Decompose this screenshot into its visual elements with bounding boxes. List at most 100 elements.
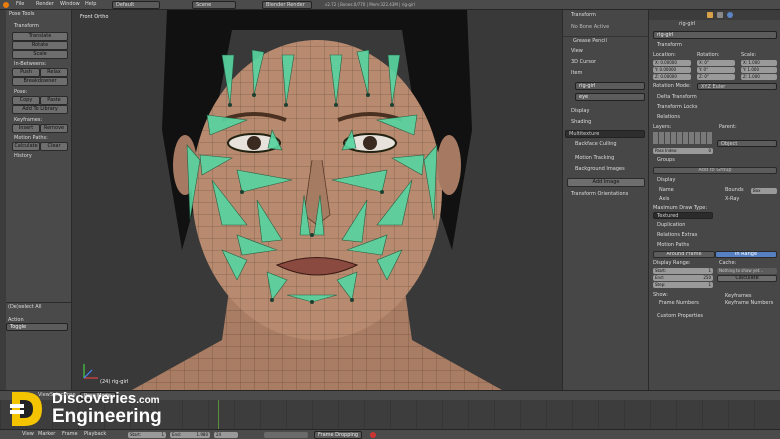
show-label: Show: xyxy=(653,292,668,298)
watermark-discoveries: Discoveries xyxy=(52,390,137,407)
xray-checkbox[interactable]: X-Ray xyxy=(725,196,739,203)
pass-index-field[interactable]: Pass Index: 0 xyxy=(653,148,713,154)
rotation-z-field[interactable]: Z: 0° xyxy=(697,74,735,80)
delta-transform-header[interactable]: Delta Transform xyxy=(657,94,697,101)
custom-properties-header[interactable]: Custom Properties xyxy=(657,313,703,320)
step-field[interactable]: Step: 1 xyxy=(653,282,713,288)
object-name-field[interactable]: rig-girl xyxy=(653,31,777,39)
render-engine-selector[interactable]: Blender Render xyxy=(262,1,312,9)
add-to-group-button[interactable]: Add to Group xyxy=(653,167,777,174)
pose-tools-header[interactable]: Pose Tools xyxy=(9,11,34,18)
insert-keyframe-button[interactable]: Insert xyxy=(12,124,40,133)
blender-logo-icon[interactable] xyxy=(3,2,9,8)
motion-tracking-header[interactable]: Motion Tracking xyxy=(575,155,614,162)
relations-header[interactable]: Relations xyxy=(657,114,680,121)
relax-button[interactable]: Relax xyxy=(40,68,68,77)
end-field[interactable]: End: 250 xyxy=(653,275,713,281)
frame-numbers-checkbox[interactable]: Frame Numbers xyxy=(659,300,699,307)
calculate-paths-button[interactable]: Calculate xyxy=(12,142,40,151)
item-panel-header[interactable]: Item xyxy=(571,70,582,77)
rotation-x-field[interactable]: X: 0° xyxy=(697,60,735,66)
groups-header[interactable]: Groups xyxy=(657,157,675,164)
end-frame-field[interactable]: End: 1.980 xyxy=(170,432,210,438)
display-header[interactable]: Display xyxy=(657,177,675,184)
timeline-menu-frame[interactable]: Frame xyxy=(62,431,78,438)
menu-help[interactable]: Help xyxy=(85,1,96,8)
motion-paths-header[interactable]: Motion Paths xyxy=(657,242,689,249)
motion-paths-header: Motion Paths: xyxy=(14,135,48,141)
shading-panel-header[interactable]: Shading xyxy=(571,119,591,126)
add-image-button[interactable]: Add Image xyxy=(567,178,645,187)
backface-culling-checkbox[interactable]: Backface Culling xyxy=(575,141,617,148)
scale-x-field[interactable]: X: 1.000 xyxy=(741,60,777,66)
rotation-y-field[interactable]: Y: 0° xyxy=(697,67,735,73)
parent-field[interactable]: Object xyxy=(717,140,777,147)
transform-orientations-header[interactable]: Transform Orientations xyxy=(571,191,628,198)
add-to-library-button[interactable]: Add To Library xyxy=(12,105,68,114)
rotate-button[interactable]: Rotate xyxy=(12,41,68,50)
paste-pose-button[interactable]: Paste xyxy=(40,96,68,105)
layout-selector[interactable]: Default xyxy=(112,1,160,9)
in-range-toggle[interactable]: In Range xyxy=(715,251,777,258)
scale-z-field[interactable]: Z: 1.000 xyxy=(741,74,777,80)
axis-checkbox[interactable]: Axis xyxy=(659,196,669,203)
current-frame-field[interactable]: 24 xyxy=(214,432,238,438)
push-button[interactable]: Push xyxy=(12,68,40,77)
inbetweens-header: In-Betweens: xyxy=(14,61,47,67)
duplication-header[interactable]: Duplication xyxy=(657,222,685,229)
step-label: Step: xyxy=(655,282,666,287)
timeline-menu-view[interactable]: View xyxy=(22,431,34,438)
world-tab-icon[interactable] xyxy=(727,12,733,18)
clear-paths-button[interactable]: Clear xyxy=(40,142,68,151)
viewport-3d[interactable]: Front Ortho (24) rig-girl xyxy=(72,10,562,390)
bounds-type-select[interactable]: Box xyxy=(751,188,777,194)
rotation-mode-select[interactable]: XYZ Euler xyxy=(697,83,777,90)
history-header[interactable]: History xyxy=(14,153,32,160)
copy-pose-button[interactable]: Copy xyxy=(12,96,40,105)
cursor-panel-header[interactable]: 3D Cursor xyxy=(571,59,596,66)
background-images-header[interactable]: Background Images xyxy=(575,166,625,173)
display-panel-header[interactable]: Display xyxy=(571,108,589,115)
keyframe-numbers-checkbox[interactable]: Keyframe Numbers xyxy=(725,300,773,307)
grease-pencil-header[interactable]: Grease Pencil xyxy=(573,38,607,45)
scene-selector[interactable]: Scene xyxy=(192,1,236,9)
scale-y-field[interactable]: Y: 1.000 xyxy=(741,67,777,73)
item-name-field[interactable]: rig-girl xyxy=(575,82,645,90)
calculate-button[interactable]: Calculate xyxy=(717,275,777,282)
action-selector[interactable]: Toggle xyxy=(6,323,68,331)
deselect-all-header[interactable]: (De)select All xyxy=(8,304,41,311)
transform-locks-header[interactable]: Transform Locks xyxy=(657,104,697,111)
record-icon[interactable] xyxy=(370,432,376,438)
location-x-field[interactable]: X: 0.00000 xyxy=(653,60,691,66)
n-panel-divider xyxy=(563,36,649,37)
bounds-checkbox[interactable]: Bounds xyxy=(725,187,744,194)
timeline-menu-marker[interactable]: Marker xyxy=(38,431,55,438)
draw-type-select[interactable]: Textured xyxy=(653,212,713,219)
play-controls-icon[interactable] xyxy=(264,432,308,438)
transform-header[interactable]: Transform xyxy=(657,42,682,49)
start-frame-field[interactable]: Start: 1 xyxy=(128,432,166,438)
remove-keyframe-button[interactable]: Remove xyxy=(40,124,68,133)
timeline-menu-playback[interactable]: Playback xyxy=(84,431,106,438)
keyframes-checkbox[interactable]: Keyframes xyxy=(725,293,752,300)
menu-render[interactable]: Render xyxy=(36,1,54,8)
object-tab-icon[interactable] xyxy=(707,12,713,18)
location-y-field[interactable]: Y: 0.00000 xyxy=(653,67,691,73)
layers-grid[interactable] xyxy=(653,132,713,144)
item-sub-field[interactable]: eye xyxy=(575,93,645,101)
transform-panel-header[interactable]: Transform xyxy=(571,12,596,19)
sync-mode-select[interactable]: Frame Dropping xyxy=(314,431,362,439)
shading-mode-select[interactable]: Multitexture xyxy=(565,130,645,138)
breakdowner-button[interactable]: Breakdowner xyxy=(12,77,68,86)
view-panel-header[interactable]: View xyxy=(571,48,583,55)
menu-file[interactable]: File xyxy=(16,1,24,8)
translate-button[interactable]: Translate xyxy=(12,32,68,41)
start-field[interactable]: Start: 1 xyxy=(653,268,713,274)
around-frame-toggle[interactable]: Around Frame xyxy=(653,251,715,258)
scene-tab-icon[interactable] xyxy=(717,12,723,18)
relations-extras-header[interactable]: Relations Extras xyxy=(657,232,697,239)
location-z-field[interactable]: Z: 0.00000 xyxy=(653,74,691,80)
scale-button[interactable]: Scale xyxy=(12,50,68,59)
menu-window[interactable]: Window xyxy=(60,1,80,8)
name-checkbox[interactable]: Name xyxy=(659,187,674,194)
